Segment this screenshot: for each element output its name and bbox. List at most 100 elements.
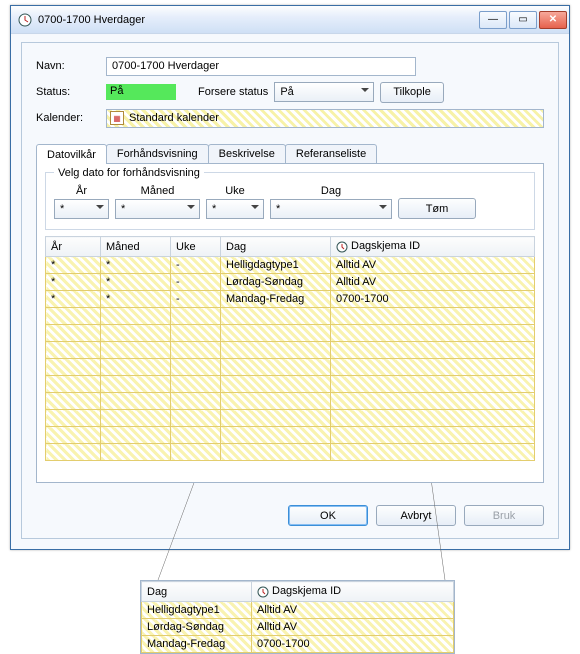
table-row[interactable]: **-Lørdag-SøndagAlltid AV — [46, 274, 535, 291]
cell-day[interactable]: Helligdagtype1 — [221, 257, 331, 274]
cell-year[interactable] — [46, 427, 101, 444]
tab-date-conditions[interactable]: Datovilkår — [36, 144, 107, 164]
cell-sched[interactable] — [331, 359, 535, 376]
cell-week[interactable] — [171, 359, 221, 376]
cell-month[interactable] — [101, 427, 171, 444]
maximize-button[interactable]: ▭ — [509, 11, 537, 29]
cell-week[interactable] — [171, 376, 221, 393]
table-row[interactable] — [46, 325, 535, 342]
table-row[interactable]: **-Helligdagtype1Alltid AV — [46, 257, 535, 274]
cell-day[interactable] — [221, 444, 331, 461]
cell-sched[interactable]: Alltid AV — [331, 274, 535, 291]
cell-month[interactable] — [101, 308, 171, 325]
cell-week[interactable] — [171, 342, 221, 359]
week-combo[interactable]: * — [206, 199, 264, 219]
cell-sched[interactable]: Alltid AV — [331, 257, 535, 274]
cell-month[interactable] — [101, 393, 171, 410]
cell-year[interactable] — [46, 444, 101, 461]
cell-sched[interactable] — [331, 342, 535, 359]
cell-day[interactable] — [221, 359, 331, 376]
table-row[interactable] — [46, 376, 535, 393]
cell-week[interactable] — [171, 325, 221, 342]
ok-button[interactable]: OK — [288, 505, 368, 526]
cell-year[interactable] — [46, 410, 101, 427]
cell-week[interactable] — [171, 427, 221, 444]
col-week[interactable]: Uke — [171, 237, 221, 257]
cell-year[interactable] — [46, 342, 101, 359]
tab-preview[interactable]: Forhåndsvisning — [106, 144, 209, 164]
cell-month[interactable] — [101, 376, 171, 393]
cell-year[interactable] — [46, 308, 101, 325]
cell-day[interactable]: Lørdag-Søndag — [221, 274, 331, 291]
cell-week[interactable] — [171, 444, 221, 461]
year-combo[interactable]: * — [54, 199, 109, 219]
cell-day[interactable] — [221, 427, 331, 444]
tab-description[interactable]: Beskrivelse — [208, 144, 286, 164]
minimize-button[interactable]: — — [479, 11, 507, 29]
force-status-combo[interactable]: På — [274, 82, 374, 102]
cell-sched[interactable] — [331, 393, 535, 410]
table-row[interactable] — [46, 393, 535, 410]
preview-date-fieldset: Velg dato for forhåndsvisning År * Måned… — [45, 172, 535, 230]
cell-week[interactable]: - — [171, 291, 221, 308]
connect-button[interactable]: Tilkople — [380, 82, 444, 103]
name-input[interactable] — [106, 57, 416, 76]
table-row[interactable]: **-Mandag-Fredag0700-1700 — [46, 291, 535, 308]
cell-month[interactable] — [101, 444, 171, 461]
apply-button[interactable]: Bruk — [464, 505, 544, 526]
cell-sched[interactable] — [331, 410, 535, 427]
cell-week[interactable]: - — [171, 274, 221, 291]
cell-year[interactable]: * — [46, 257, 101, 274]
table-row[interactable] — [46, 444, 535, 461]
cell-month[interactable]: * — [101, 291, 171, 308]
col-year[interactable]: År — [46, 237, 101, 257]
cell-sched[interactable] — [331, 427, 535, 444]
table-row[interactable] — [46, 410, 535, 427]
zoom-col-day: Dag — [142, 582, 252, 602]
cell-week[interactable] — [171, 393, 221, 410]
cell-month[interactable]: * — [101, 274, 171, 291]
col-month[interactable]: Måned — [101, 237, 171, 257]
close-button[interactable]: ✕ — [539, 11, 567, 29]
cell-day[interactable] — [221, 393, 331, 410]
table-row[interactable] — [46, 427, 535, 444]
cell-day[interactable] — [221, 376, 331, 393]
cell-day[interactable] — [221, 308, 331, 325]
cell-sched[interactable]: 0700-1700 — [331, 291, 535, 308]
month-combo[interactable]: * — [115, 199, 200, 219]
cell-week[interactable]: - — [171, 257, 221, 274]
cell-day[interactable] — [221, 410, 331, 427]
cell-year[interactable] — [46, 325, 101, 342]
cell-year[interactable] — [46, 393, 101, 410]
col-sched[interactable]: Dagskjema ID — [331, 237, 535, 257]
col-day[interactable]: Dag — [221, 237, 331, 257]
cell-year[interactable] — [46, 376, 101, 393]
cell-sched[interactable] — [331, 376, 535, 393]
cell-week[interactable] — [171, 308, 221, 325]
cell-sched[interactable] — [331, 308, 535, 325]
cell-year[interactable] — [46, 359, 101, 376]
table-row[interactable] — [46, 342, 535, 359]
calendar-field[interactable]: ▦ Standard kalender — [106, 109, 544, 128]
cell-day[interactable] — [221, 325, 331, 342]
tab-reference-list[interactable]: Referanseliste — [285, 144, 377, 164]
conditions-grid[interactable]: År Måned Uke Dag Dagskjema ID **-Helligd… — [45, 236, 535, 461]
cell-month[interactable] — [101, 342, 171, 359]
day-combo[interactable]: * — [270, 199, 392, 219]
cell-day[interactable]: Mandag-Fredag — [221, 291, 331, 308]
cell-week[interactable] — [171, 410, 221, 427]
clear-button[interactable]: Tøm — [398, 198, 476, 219]
cell-month[interactable] — [101, 325, 171, 342]
cell-year[interactable]: * — [46, 291, 101, 308]
cell-day[interactable] — [221, 342, 331, 359]
cancel-button[interactable]: Avbryt — [376, 505, 456, 526]
cell-sched[interactable] — [331, 444, 535, 461]
cell-month[interactable] — [101, 410, 171, 427]
cell-month[interactable]: * — [101, 257, 171, 274]
cell-sched[interactable] — [331, 325, 535, 342]
cell-year[interactable]: * — [46, 274, 101, 291]
zoom-panel: Dag Dagskjema ID Helligdagtype1Alltid AV… — [140, 580, 455, 654]
cell-month[interactable] — [101, 359, 171, 376]
table-row[interactable] — [46, 359, 535, 376]
table-row[interactable] — [46, 308, 535, 325]
